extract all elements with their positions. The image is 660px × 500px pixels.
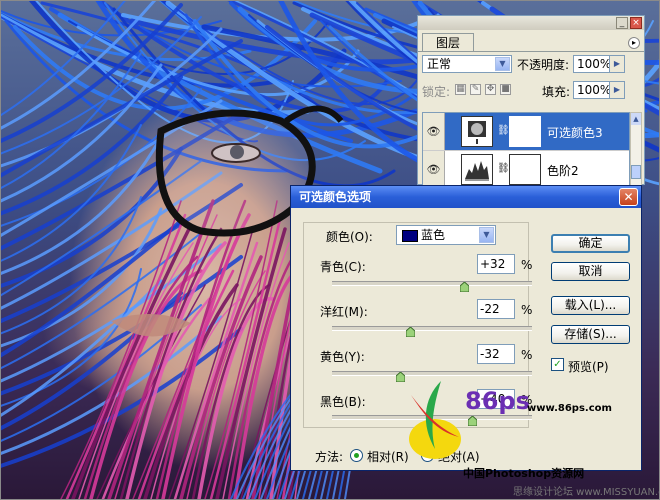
chevron-right-icon[interactable]: ▶ — [609, 56, 624, 72]
preview-checkbox[interactable]: ✓ — [551, 358, 564, 371]
link-icon: ⛓ — [497, 163, 510, 174]
link-icon: ⛓ — [497, 125, 510, 136]
selective-color-icon — [468, 121, 486, 144]
lock-position-icon[interactable]: ✥ — [485, 84, 496, 95]
lock-label: 锁定: — [422, 85, 451, 99]
tab-layers[interactable]: 图层 — [422, 33, 474, 52]
mask-thumbnail[interactable] — [509, 154, 541, 185]
dialog-titlebar[interactable]: 可选颜色选项 ✕ — [291, 186, 641, 208]
eye-iris — [230, 145, 244, 159]
layer-row-selective-color[interactable]: 👁 ⛓ 可选颜色3 — [423, 113, 629, 150]
magenta-slider-knob[interactable] — [405, 327, 415, 337]
lock-pixels-icon[interactable]: ✎ — [470, 84, 481, 95]
chevron-down-icon: ▼ — [479, 227, 494, 243]
save-button[interactable]: 存储(S)... — [551, 325, 630, 344]
layers-panel: _ × 图层 ▸ 正常 ▼ 不透明度: 100% ▶ 锁定: ▦ ✎ ✥ ■ 填… — [417, 15, 645, 186]
color-select[interactable]: 蓝色 ▼ — [396, 225, 496, 245]
layer-list: 👁 ⛓ 可选颜色3 👁 ⛓ 色阶2 — [422, 112, 630, 186]
fill-value: 100% — [577, 83, 612, 97]
yellow-slider[interactable] — [332, 371, 532, 376]
magenta-label: 洋红(M): — [320, 305, 368, 319]
blend-mode-value: 正常 — [427, 57, 452, 71]
close-icon[interactable]: ✕ — [619, 188, 638, 206]
eye-icon[interactable]: 👁 — [423, 113, 445, 150]
opacity-label: 不透明度: — [517, 58, 570, 72]
cyan-label: 青色(C): — [320, 260, 366, 274]
ok-button[interactable]: 确定 — [551, 234, 630, 253]
color-swatch — [402, 230, 418, 242]
adjustment-thumbnail — [461, 116, 493, 147]
watermark-logo-text: 86ps — [465, 387, 530, 415]
color-select-value: 蓝色 — [421, 228, 446, 242]
levels-histogram-icon — [465, 161, 489, 181]
yellow-label: 黄色(Y): — [320, 350, 365, 364]
opacity-value: 100% — [577, 57, 612, 71]
dialog-title: 可选颜色选项 — [299, 190, 372, 204]
layer-name: 可选颜色3 — [547, 126, 603, 140]
lock-transparency-icon[interactable]: ▦ — [455, 84, 466, 95]
panel-menu-icon[interactable]: ▸ — [628, 37, 640, 49]
opacity-input[interactable]: 100% ▶ — [573, 55, 625, 73]
color-label: 颜色(O): — [326, 230, 373, 244]
black-label: 黑色(B): — [320, 395, 366, 409]
fill-input[interactable]: 100% ▶ — [573, 81, 625, 99]
cancel-button[interactable]: 取消 — [551, 262, 630, 281]
scroll-up-icon[interactable]: ▲ — [631, 113, 641, 125]
watermark-url: www.86ps.com — [527, 403, 612, 414]
magenta-input[interactable]: -22 — [477, 299, 515, 319]
scroll-thumb[interactable] — [631, 165, 641, 179]
cyan-slider-knob[interactable] — [459, 282, 469, 292]
eye-icon[interactable]: 👁 — [423, 151, 445, 185]
preview-label: 预览(P) — [568, 360, 609, 374]
layer-name: 色阶2 — [547, 164, 579, 178]
load-button[interactable]: 载入(L)... — [551, 296, 630, 315]
tab-divider — [418, 51, 644, 52]
screenshot-frame: _ × 图层 ▸ 正常 ▼ 不透明度: 100% ▶ 锁定: ▦ ✎ ✥ ■ 填… — [0, 0, 660, 500]
cyan-unit: % — [521, 258, 533, 272]
watermark-site-name: 中国Photoshop资源网 — [463, 467, 585, 480]
method-label: 方法: — [315, 450, 344, 464]
yellow-unit: % — [521, 348, 533, 362]
cyan-input[interactable]: +32 — [477, 254, 515, 274]
yellow-input[interactable]: -32 — [477, 344, 515, 364]
watermark: 86ps www.86ps.com 中国Photoshop资源网 — [399, 379, 612, 489]
method-relative-radio[interactable] — [350, 449, 363, 462]
panel-titlebar[interactable]: _ × — [418, 16, 644, 30]
lock-all-icon[interactable]: ■ — [500, 84, 511, 95]
cyan-slider[interactable] — [332, 281, 532, 286]
close-icon[interactable]: × — [630, 17, 642, 29]
minimize-icon[interactable]: _ — [616, 17, 628, 29]
adjustment-thumbnail — [461, 154, 493, 185]
chevron-right-icon[interactable]: ▶ — [609, 82, 624, 98]
magenta-slider[interactable] — [332, 326, 532, 331]
magenta-unit: % — [521, 303, 533, 317]
chevron-down-icon: ▼ — [495, 57, 510, 71]
blend-mode-select[interactable]: 正常 ▼ — [422, 55, 512, 73]
corner-watermark: 思缘设计论坛 www.MISSYUAN.com — [513, 487, 659, 498]
mask-thumbnail[interactable] — [509, 116, 541, 147]
layer-list-scrollbar[interactable]: ▲ — [630, 112, 642, 186]
fill-label: 填充: — [542, 85, 571, 99]
layer-row-levels[interactable]: 👁 ⛓ 色阶2 — [423, 150, 629, 185]
